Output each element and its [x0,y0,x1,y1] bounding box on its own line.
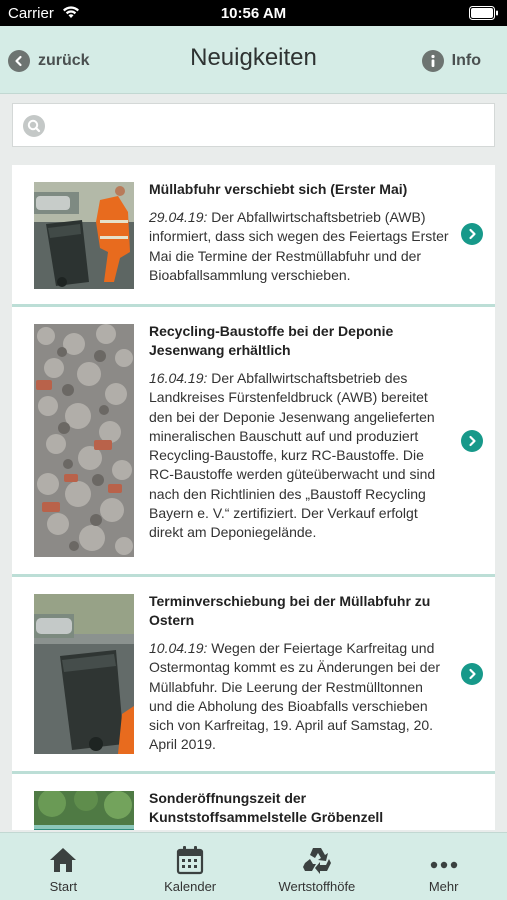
news-body: 16.04.19: Der Abfallwirtschaftsbetrieb d… [149,369,449,543]
news-text: Müllabfuhr verschiebt sich (Erster Mai) … [149,180,449,285]
more-icon [428,845,460,875]
news-body: 10.04.19: Wegen der Feiertage Karfreitag… [149,639,449,755]
news-body-text: Wegen der Feiertage Karfreitag und Oster… [149,640,441,753]
status-bar: Carrier 10:56 AM [0,0,507,26]
search-icon [23,115,45,137]
news-date: 16.04.19: [149,370,208,386]
status-time: 10:56 AM [220,5,287,22]
home-icon [47,845,79,875]
news-thumbnail-image [34,791,134,830]
news-body: 29.04.19: Der Abfallwirtschaftsbetrieb (… [149,208,449,285]
news-title: Sonderöffnungszeit der Kunststoffsammels… [149,790,384,825]
news-item[interactable]: Terminverschiebung bei der Müllabfuhr zu… [12,577,495,774]
news-text: Sonderöffnungszeit der Kunststoffsammels… [149,789,449,830]
news-date: 10.04.19: [149,640,208,656]
chevron-right-icon[interactable] [461,430,483,452]
news-title: Terminverschiebung bei der Müllabfuhr zu… [149,593,431,628]
search-bar [12,103,495,147]
search-input[interactable] [53,110,483,140]
info-label: Info [451,52,481,69]
navigation-bar: zurück Neuigkeiten Info [0,26,507,94]
recycle-icon [301,845,333,875]
info-button[interactable]: Info [421,48,481,74]
tab-label: Kalender [164,879,217,894]
chevron-right-icon[interactable] [461,223,483,245]
news-body-text: Der Abfallwirtschaftsbetrieb des Landkre… [149,370,436,541]
news-date: 29.04.19: [149,209,208,225]
calendar-icon [174,845,206,875]
news-title: Müllabfuhr verschiebt sich (Erster Mai) [149,181,408,197]
news-item[interactable]: Recycling-Baustoffe bei der Deponie Jese… [12,307,495,577]
news-list: Müllabfuhr verschiebt sich (Erster Mai) … [12,165,495,830]
tab-label: Mehr [428,879,459,894]
tab-label: Wertstoffhöfe [278,879,356,894]
tab-label: Start [49,879,78,894]
news-item[interactable]: Sonderöffnungszeit der Kunststoffsammels… [12,774,495,830]
news-text: Recycling-Baustoffe bei der Deponie Jese… [149,322,449,543]
tab-wertstoffhoefe[interactable]: Wertstoffhöfe [254,833,381,900]
tab-bar: Start Kalender Wertstoffhöfe Mehr [0,832,507,900]
tab-kalender[interactable]: Kalender [127,833,254,900]
tab-mehr[interactable]: Mehr [380,833,507,900]
news-thumbnail-image [34,324,134,557]
battery-icon [469,6,499,20]
news-title: Recycling-Baustoffe bei der Deponie Jese… [149,323,394,358]
news-thumbnail-image [34,182,134,289]
tab-start[interactable]: Start [0,833,127,900]
info-icon [421,50,444,72]
news-text: Terminverschiebung bei der Müllabfuhr zu… [149,592,449,755]
news-item[interactable]: Müllabfuhr verschiebt sich (Erster Mai) … [12,165,495,307]
news-thumbnail-image [34,594,134,754]
chevron-right-icon[interactable] [461,663,483,685]
